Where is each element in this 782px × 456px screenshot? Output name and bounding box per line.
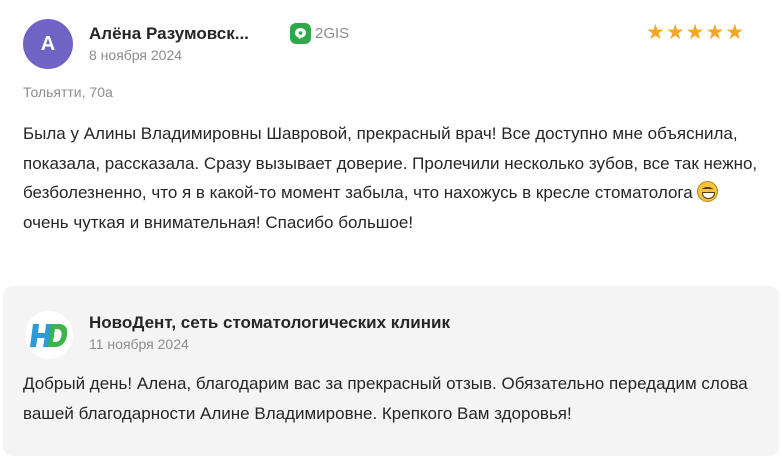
reply-author-name: НовоДент, сеть стоматологических клиник — [89, 313, 450, 332]
rating-stars: ★ ★ ★ ★ ★ — [646, 22, 744, 44]
2gis-logo-icon — [290, 23, 311, 44]
novodent-logo-icon — [25, 311, 73, 359]
avatar[interactable]: А — [23, 19, 73, 69]
reply-date: 11 ноября 2024 — [89, 336, 189, 352]
star-icon: ★ — [646, 21, 665, 44]
review-location[interactable]: Тольятти, 70а — [23, 84, 113, 100]
review-text-part: очень чуткая и внимательная! Спасибо бол… — [23, 212, 414, 232]
source-label: 2GIS — [315, 25, 350, 42]
star-icon: ★ — [725, 21, 745, 44]
star-icon: ★ — [665, 21, 685, 44]
review-text-part: Была у Алины Владимировны Шавровой, прек… — [23, 124, 758, 202]
grinning-face-icon — [697, 181, 719, 202]
star-icon: ★ — [685, 21, 705, 44]
star-icon: ★ — [705, 21, 725, 44]
review-text: Была у Алины Владимировны Шавровой, прек… — [23, 119, 768, 237]
review-date: 8 ноября 2024 — [89, 47, 183, 63]
review-author-name[interactable]: Алёна Разумовск... — [89, 24, 249, 44]
reply-text: Добрый день! Алена, благодарим вас за пр… — [23, 374, 748, 423]
review-source: 2GIS — [290, 23, 349, 44]
